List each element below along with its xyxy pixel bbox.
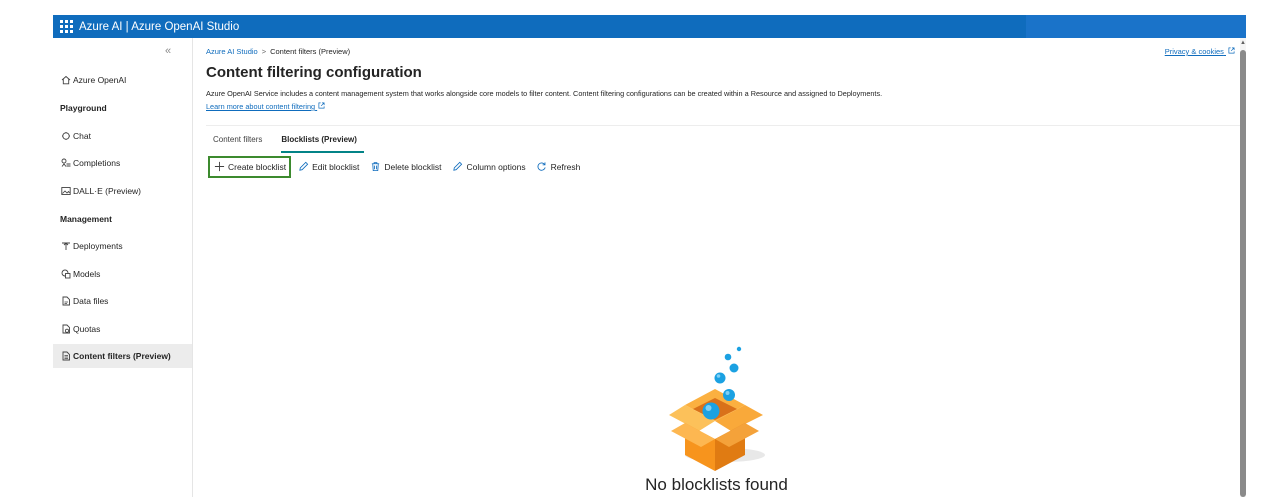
privacy-link-label: Privacy & cookies	[1164, 47, 1224, 56]
sidebar-item-azure-openai[interactable]: Azure OpenAI	[53, 68, 192, 92]
delete-blocklist-label: Delete blocklist	[384, 161, 442, 172]
deployments-icon	[60, 241, 71, 252]
completions-icon	[60, 158, 71, 169]
tab-list: Content filters Blocklists (Preview)	[206, 133, 364, 153]
sidebar-item-content-filters[interactable]: Content filters (Preview)	[53, 344, 192, 368]
sidebar-item-models[interactable]: Models	[53, 262, 192, 286]
column-options-icon	[452, 161, 464, 173]
app-title[interactable]: Azure AI | Azure OpenAI Studio	[79, 21, 239, 33]
sidebar-item-label: Completions	[73, 158, 121, 168]
quotas-icon	[60, 324, 71, 335]
sidebar-item-label: Data files	[73, 296, 109, 306]
external-link-icon	[318, 102, 325, 111]
waffle-icon[interactable]	[58, 19, 74, 35]
empty-state-illustration	[663, 343, 773, 475]
top-bar: Azure AI | Azure OpenAI Studio	[53, 15, 1246, 38]
scrollbar-thumb[interactable]	[1240, 50, 1246, 497]
sidebar-item-label: Models	[73, 269, 101, 279]
delete-blocklist-button[interactable]: Delete blocklist	[365, 156, 445, 178]
page-title: Content filtering configuration	[206, 64, 422, 81]
sidebar-section-playground: Playground	[60, 103, 107, 113]
edit-icon	[297, 161, 309, 173]
sidebar-item-label: DALL·E (Preview)	[73, 186, 142, 196]
sidebar-item-deployments[interactable]: Deployments	[53, 234, 192, 258]
breadcrumb: Azure AI Studio > Content filters (Preview…	[206, 47, 350, 56]
sidebar-item-quotas[interactable]: Quotas	[53, 317, 192, 341]
sidebar: « Azure OpenAI Playground Chat Completio…	[53, 38, 193, 497]
edit-blocklist-button[interactable]: Edit blocklist	[293, 156, 363, 178]
collapse-sidebar-icon[interactable]: «	[165, 45, 171, 57]
external-link-icon	[1228, 47, 1235, 56]
breadcrumb-separator: >	[261, 47, 267, 56]
sidebar-item-completions[interactable]: Completions	[53, 151, 192, 175]
learn-more-link[interactable]: Learn more about content filtering	[206, 102, 325, 111]
sidebar-section-management: Management	[60, 214, 112, 224]
home-icon	[60, 75, 71, 86]
delete-icon	[369, 161, 381, 173]
breadcrumb-current: Content filters (Preview)	[270, 47, 351, 56]
add-icon	[213, 161, 225, 173]
sidebar-item-label: Content filters (Preview)	[73, 351, 171, 361]
sidebar-item-chat[interactable]: Chat	[53, 124, 192, 148]
learn-more-label: Learn more about content filtering	[206, 102, 316, 111]
models-icon	[60, 269, 71, 280]
refresh-button[interactable]: Refresh	[532, 156, 585, 178]
tab-content-filters[interactable]: Content filters	[206, 133, 269, 153]
sidebar-item-label: Chat	[73, 131, 91, 141]
empty-state-message: No blocklists found	[645, 475, 788, 494]
sidebar-item-data-files[interactable]: Data files	[53, 289, 192, 313]
scroll-up-arrow-icon[interactable]: ▲	[1240, 40, 1246, 46]
data-file-icon	[60, 296, 71, 307]
top-bar-right-area	[1026, 15, 1246, 38]
header-divider	[206, 125, 1240, 126]
page-description: Azure OpenAI Service includes a content …	[206, 89, 883, 98]
command-bar: Create blocklist Edit blocklist Delete b…	[208, 155, 586, 178]
create-blocklist-button[interactable]: Create blocklist	[208, 155, 292, 178]
sidebar-item-label: Azure OpenAI	[73, 75, 127, 85]
privacy-cookies-link[interactable]: Privacy & cookies	[1165, 47, 1235, 56]
column-options-label: Column options	[466, 161, 526, 172]
content-filter-icon	[60, 351, 71, 362]
edit-blocklist-label: Edit blocklist	[312, 161, 360, 172]
sidebar-item-dalle[interactable]: DALL·E (Preview)	[53, 179, 192, 203]
tab-blocklists[interactable]: Blocklists (Preview)	[274, 133, 364, 153]
chat-icon	[60, 131, 71, 142]
image-icon	[60, 186, 71, 197]
create-blocklist-label: Create blocklist	[228, 161, 287, 172]
vertical-scrollbar[interactable]: ▲	[1240, 38, 1246, 497]
refresh-icon	[536, 161, 548, 173]
main-content: Azure AI Studio > Content filters (Preview…	[193, 38, 1240, 497]
refresh-label: Refresh	[550, 161, 581, 172]
sidebar-item-label: Deployments	[73, 241, 123, 251]
breadcrumb-root-link[interactable]: Azure AI Studio	[206, 47, 258, 56]
column-options-button[interactable]: Column options	[448, 156, 530, 178]
sidebar-item-label: Quotas	[73, 324, 101, 334]
